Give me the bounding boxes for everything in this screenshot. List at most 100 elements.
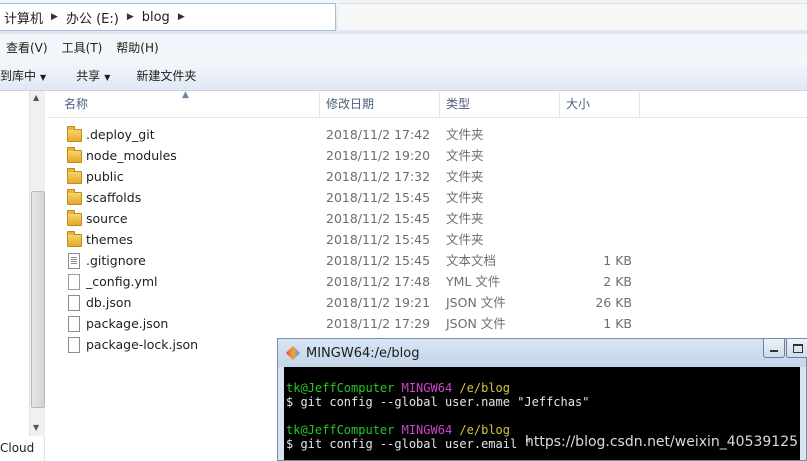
config-file-icon bbox=[68, 274, 80, 290]
file-icon bbox=[68, 337, 80, 353]
address-bar: 计算机 ▶ 办公 (E:) ▶ blog ▶ bbox=[0, 0, 807, 35]
file-date: 2018/11/2 15:45 bbox=[326, 211, 431, 226]
file-date: 2018/11/2 17:32 bbox=[326, 169, 431, 184]
file-name: db.json bbox=[86, 295, 132, 310]
folder-icon bbox=[67, 210, 82, 226]
file-type: 文件夹 bbox=[446, 127, 484, 142]
menu-bar: 查看(V) 工具(T) 帮助(H) bbox=[0, 34, 807, 60]
scroll-down-icon[interactable]: ▼ bbox=[33, 423, 39, 432]
column-type[interactable]: 类型 bbox=[440, 92, 560, 117]
folder-icon bbox=[67, 126, 82, 142]
prompt-path: /e/blog bbox=[459, 381, 510, 395]
git-logo-icon bbox=[286, 346, 300, 360]
file-name: node_modules bbox=[86, 148, 177, 163]
file-name: .deploy_git bbox=[86, 127, 155, 142]
file-date: 2018/11/2 19:20 bbox=[326, 148, 431, 163]
file-row[interactable]: .gitignore 2018/11/2 15:45 文本文档 1 KB bbox=[48, 250, 807, 271]
scrollbar-thumb[interactable] bbox=[31, 191, 45, 408]
breadcrumb-folder[interactable]: blog bbox=[138, 10, 174, 25]
file-name: package.json bbox=[86, 316, 169, 331]
minimize-button[interactable] bbox=[763, 339, 785, 358]
menu-help[interactable]: 帮助(H) bbox=[110, 39, 166, 56]
file-name: _config.yml bbox=[86, 274, 158, 289]
file-date: 2018/11/2 15:45 bbox=[326, 232, 431, 247]
file-row[interactable]: source 2018/11/2 15:45 文件夹 bbox=[48, 208, 807, 229]
text-file-icon bbox=[68, 253, 80, 269]
file-type: 文件夹 bbox=[446, 190, 484, 205]
file-date: 2018/11/2 15:45 bbox=[326, 190, 431, 205]
chevron-right-icon[interactable]: ▶ bbox=[123, 12, 138, 22]
dropdown-caret-icon: ▼ bbox=[104, 72, 111, 82]
terminal-prompt: tk@JeffComputer MINGW64 /e/blog bbox=[284, 381, 800, 395]
toolbar: 到库中 ▼ 共享 ▼ 新建文件夹 bbox=[0, 60, 807, 91]
share-button[interactable]: 共享 ▼ bbox=[60, 67, 124, 84]
file-date: 2018/11/2 17:29 bbox=[326, 316, 431, 331]
file-type: 文件夹 bbox=[446, 148, 484, 163]
file-name: public bbox=[86, 169, 124, 184]
navigation-scrollbar[interactable]: ▲ ▼ bbox=[29, 91, 45, 436]
terminal-titlebar[interactable]: MINGW64:/e/blog bbox=[278, 339, 807, 367]
folder-icon bbox=[67, 147, 82, 163]
column-name[interactable]: 名称 bbox=[58, 92, 320, 117]
watermark: https://blog.csdn.net/weixin_40539125 bbox=[525, 434, 799, 450]
breadcrumb-computer[interactable]: 计算机 bbox=[0, 8, 47, 27]
menu-tools[interactable]: 工具(T) bbox=[56, 39, 111, 56]
prompt-path: /e/blog bbox=[459, 423, 510, 437]
terminal-title: MINGW64:/e/blog bbox=[306, 345, 420, 361]
file-type: JSON 文件 bbox=[446, 316, 506, 331]
file-size: 1 KB bbox=[603, 316, 632, 331]
folder-icon bbox=[67, 231, 82, 247]
address-bar-background bbox=[338, 3, 807, 30]
file-date: 2018/11/2 19:21 bbox=[326, 295, 431, 310]
menu-view[interactable]: 查看(V) bbox=[0, 39, 56, 56]
file-name: source bbox=[86, 211, 128, 226]
include-in-library-label: 到库中 bbox=[0, 68, 37, 83]
file-type: 文件夹 bbox=[446, 211, 484, 226]
file-date: 2018/11/2 15:45 bbox=[326, 253, 431, 268]
scroll-up-icon[interactable]: ▲ bbox=[33, 93, 39, 102]
column-date[interactable]: 修改日期 bbox=[320, 92, 440, 117]
file-row[interactable]: public 2018/11/2 17:32 文件夹 bbox=[48, 166, 807, 187]
maximize-button[interactable] bbox=[786, 339, 807, 358]
file-size: 1 KB bbox=[603, 253, 632, 268]
file-name: .gitignore bbox=[86, 253, 146, 268]
terminal-command: $ git config --global user.name "Jeffcha… bbox=[286, 395, 590, 409]
folder-icon bbox=[67, 189, 82, 205]
file-date: 2018/11/2 17:48 bbox=[326, 274, 431, 289]
file-type: 文本文档 bbox=[446, 253, 497, 268]
file-icon bbox=[68, 295, 80, 311]
file-row[interactable]: .deploy_git 2018/11/2 17:42 文件夹 bbox=[48, 124, 807, 145]
prompt-user: tk@JeffComputer bbox=[286, 381, 395, 395]
file-type: 文件夹 bbox=[446, 232, 484, 247]
chevron-right-icon[interactable]: ▶ bbox=[47, 12, 62, 22]
file-row[interactable]: node_modules 2018/11/2 19:20 文件夹 bbox=[48, 145, 807, 166]
file-name: themes bbox=[86, 232, 133, 247]
include-in-library-button[interactable]: 到库中 ▼ bbox=[0, 67, 60, 84]
prompt-user: tk@JeffComputer bbox=[286, 423, 395, 437]
nav-item-cloud[interactable]: Cloud bbox=[0, 441, 34, 455]
file-row[interactable]: scaffolds 2018/11/2 15:45 文件夹 bbox=[48, 187, 807, 208]
file-row[interactable]: themes 2018/11/2 15:45 文件夹 bbox=[48, 229, 807, 250]
file-type: YML 文件 bbox=[446, 274, 501, 289]
prompt-env: MINGW64 bbox=[401, 423, 453, 437]
share-label: 共享 bbox=[76, 68, 101, 83]
file-size: 26 KB bbox=[595, 295, 632, 310]
file-row[interactable]: _config.yml 2018/11/2 17:48 YML 文件 2 KB bbox=[48, 271, 807, 292]
file-row[interactable]: db.json 2018/11/2 19:21 JSON 文件 26 KB bbox=[48, 292, 807, 313]
breadcrumb-drive[interactable]: 办公 (E:) bbox=[62, 8, 123, 27]
breadcrumb[interactable]: 计算机 ▶ 办公 (E:) ▶ blog ▶ bbox=[0, 3, 336, 31]
file-name: package-lock.json bbox=[86, 337, 199, 352]
file-type: JSON 文件 bbox=[446, 295, 506, 310]
column-header: 名称 修改日期 类型 大小 bbox=[48, 92, 807, 118]
file-size: 2 KB bbox=[603, 274, 632, 289]
prompt-env: MINGW64 bbox=[401, 381, 453, 395]
new-folder-button[interactable]: 新建文件夹 bbox=[124, 67, 210, 84]
column-size[interactable]: 大小 bbox=[560, 92, 640, 117]
file-row[interactable]: package.json 2018/11/2 17:29 JSON 文件 1 KB bbox=[48, 313, 807, 334]
file-type: 文件夹 bbox=[446, 169, 484, 184]
file-name: scaffolds bbox=[86, 190, 142, 205]
file-date: 2018/11/2 17:42 bbox=[326, 127, 431, 142]
dropdown-caret-icon: ▼ bbox=[40, 72, 47, 82]
chevron-right-icon[interactable]: ▶ bbox=[174, 12, 189, 22]
folder-icon bbox=[67, 168, 82, 184]
